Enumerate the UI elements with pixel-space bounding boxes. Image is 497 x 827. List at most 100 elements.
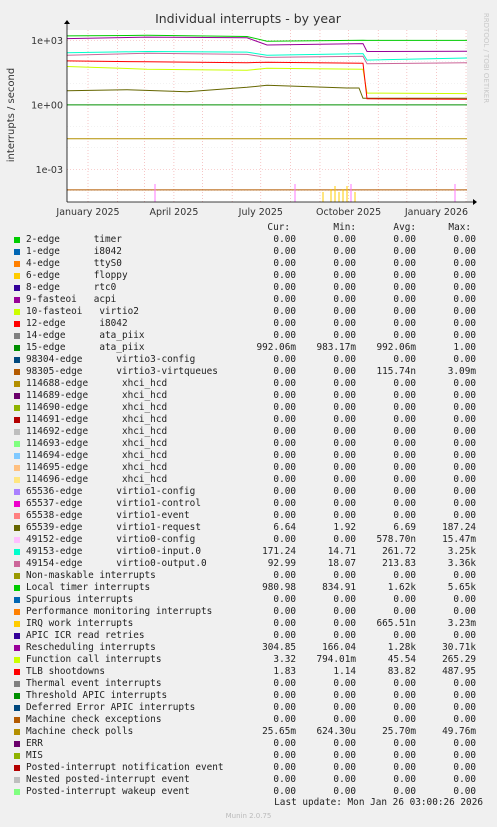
watermark: RRDTOOL / TOBI OETIKER [482,13,490,103]
value-avg: 665.51n [376,618,416,629]
value-avg: 0.00 [393,714,416,725]
value-min: 0.00 [333,774,356,785]
value-max: 0.00 [453,450,476,461]
value-cur: 0.00 [273,426,296,437]
legend-row: 65536-edge virtio1-config 0.00 0.00 0.00 0.0… [14,486,484,498]
value-avg: 0.00 [393,702,416,713]
value-max: 0.00 [453,762,476,773]
legend-label: 4-edge ttyS0 [26,258,122,269]
legend-swatch [14,501,20,507]
value-cur: 6.64 [273,522,296,533]
value-max: 0.00 [453,426,476,437]
legend-swatch [14,417,20,423]
value-avg: 0.00 [393,450,416,461]
value-avg: 115.74n [376,366,416,377]
value-avg: 0.00 [393,294,416,305]
legend-row: 10-fasteoi virtio2 0.00 0.00 0.00 0.00 [14,306,484,318]
legend-row: 65538-edge virtio1-event 0.00 0.00 0.00 0.00 [14,510,484,522]
value-cur: 171.24 [262,546,296,557]
value-avg: 0.00 [393,774,416,785]
value-cur: 0.00 [273,402,296,413]
legend-row: 6-edge floppy 0.00 0.00 0.00 0.00 [14,270,484,282]
value-min: 0.00 [333,414,356,425]
legend-label: Function call interrupts [26,654,162,665]
value-avg: 0.00 [393,738,416,749]
legend-swatch [14,717,20,723]
value-cur: 1.83 [273,666,296,677]
value-min: 0.00 [333,330,356,341]
x-tick-label: January 2025 [55,207,119,218]
value-avg: 0.00 [393,330,416,341]
value-max: 0.00 [453,594,476,605]
value-min: 1.14 [333,666,356,677]
value-avg: 0.00 [393,570,416,581]
value-min: 0.00 [333,282,356,293]
value-cur: 0.00 [273,690,296,701]
legend-label: 9-fasteoi acpi [26,294,117,305]
col-header-max: Max: [448,222,471,233]
value-max: 0.00 [453,402,476,413]
value-max: 0.00 [453,438,476,449]
value-cur: 0.00 [273,270,296,281]
legend-swatch [14,549,20,555]
value-min: 0.00 [333,510,356,521]
value-cur: 0.00 [273,354,296,365]
legend-label: 65536-edge virtio1-config [26,486,196,497]
value-max: 0.00 [453,690,476,701]
value-min: 0.00 [333,474,356,485]
legend-label: Deferred Error APIC interrupts [26,702,196,713]
value-avg: 1.28k [387,642,416,653]
legend-label: 114689-edge xhci_hcd [26,390,168,401]
value-max: 0.00 [453,258,476,269]
legend-label: 2-edge timer [26,234,122,245]
legend-row: 2-edge timer 0.00 0.00 0.00 0.00 [14,234,484,246]
legend-swatch [14,705,20,711]
legend-label: 15-edge ata_piix [26,342,145,353]
legend-row: IRQ work interrupts 0.00 0.00 665.51n 3.23m [14,618,484,630]
value-max: 0.00 [453,270,476,281]
value-cur: 304.85 [262,642,296,653]
value-cur: 0.00 [273,450,296,461]
value-avg: 0.00 [393,402,416,413]
value-min: 18.07 [327,558,356,569]
value-avg: 0.00 [393,690,416,701]
legend-row: Posted-interrupt notification event 0.00 0… [14,762,484,774]
legend-label: Rescheduling interrupts [26,642,156,653]
last-update: Last update: Mon Jan 26 03:00:26 2026 [274,797,483,808]
value-max: 0.00 [453,282,476,293]
legend-swatch [14,345,20,351]
legend-label: 65539-edge virtio1-request [26,522,201,533]
value-cur: 0.00 [273,318,296,329]
value-max: 49.76m [442,726,476,737]
legend-row: 12-edge i8042 0.00 0.00 0.00 0.00 [14,318,484,330]
value-avg: 45.54 [387,654,416,665]
legend-swatch [14,273,20,279]
value-cur: 0.00 [273,246,296,257]
value-cur: 0.00 [273,294,296,305]
value-min: 834.91 [322,582,356,593]
value-avg: 0.00 [393,378,416,389]
legend-row: 114696-edge xhci_hcd 0.00 0.00 0.00 0.00 [14,474,484,486]
value-max: 0.00 [453,738,476,749]
legend-row: 98305-edge virtio3-virtqueues 0.00 0.00 115… [14,366,484,378]
value-min: 0.00 [333,270,356,281]
legend-swatch [14,597,20,603]
value-avg: 25.70m [382,726,416,737]
legend-swatch [14,381,20,387]
legend-row: 49154-edge virtio0-output.0 92.99 18.07 213… [14,558,484,570]
legend-label: ERR [26,738,43,749]
legend-label: MIS [26,750,43,761]
value-max: 0.00 [453,750,476,761]
legend-swatch [14,741,20,747]
legend-label: 114696-edge xhci_hcd [26,474,168,485]
value-cur: 0.00 [273,702,296,713]
value-min: 0.00 [333,354,356,365]
value-min: 0.00 [333,258,356,269]
value-cur: 0.00 [273,486,296,497]
value-cur: 0.00 [273,258,296,269]
value-max: 0.00 [453,570,476,581]
legend-row: 65537-edge virtio1-control 0.00 0.00 0.00 0.… [14,498,484,510]
value-avg: 0.00 [393,414,416,425]
value-max: 0.00 [453,630,476,641]
col-header-avg: Avg: [393,222,416,233]
